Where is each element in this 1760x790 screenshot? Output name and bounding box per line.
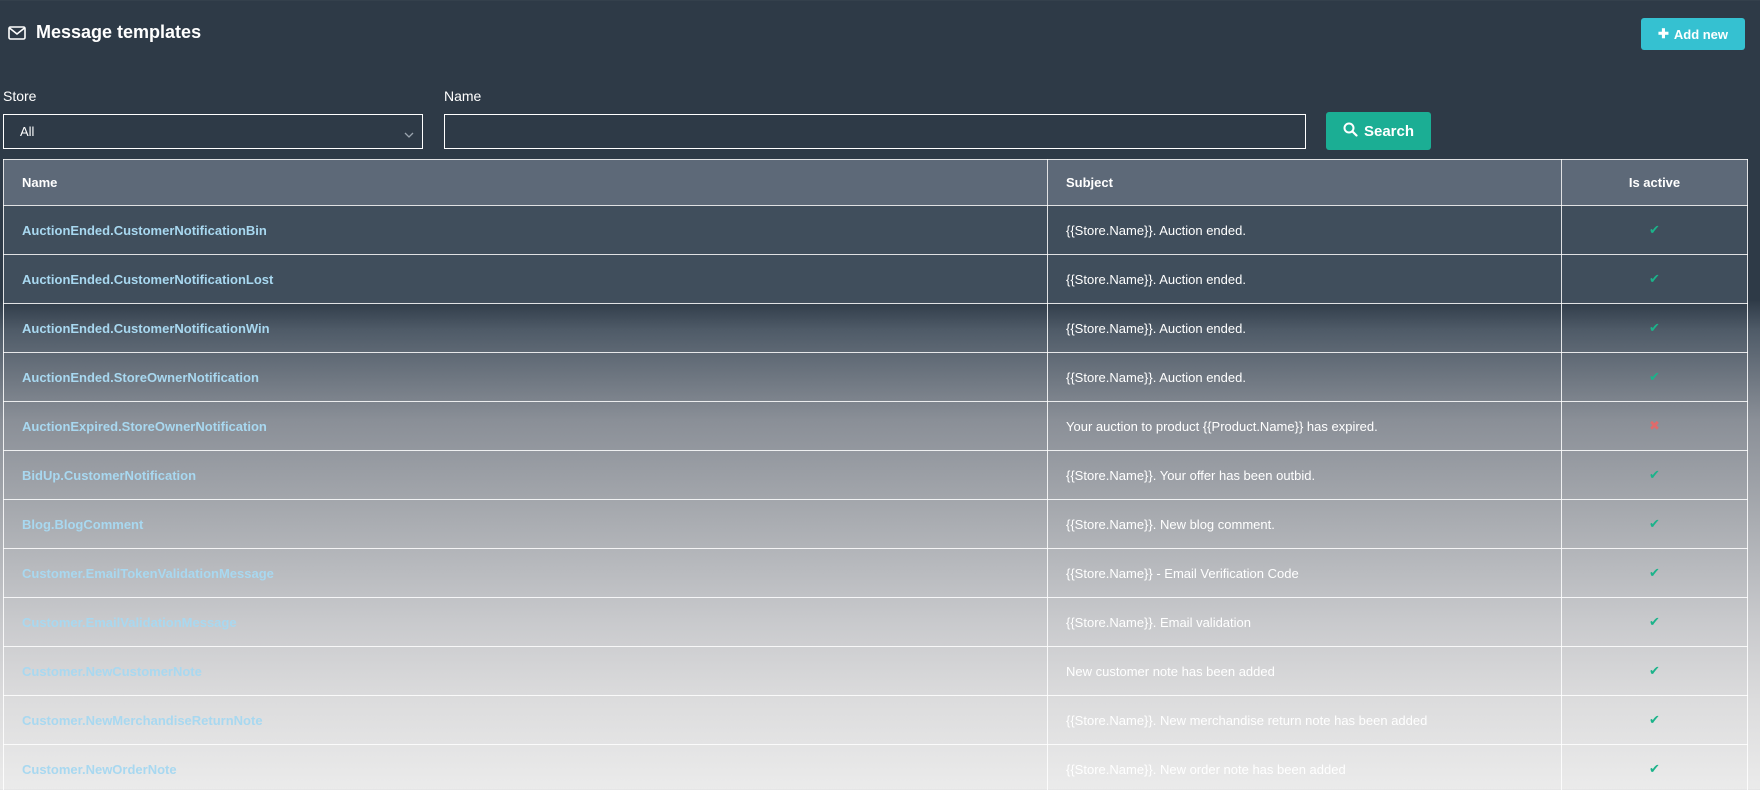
plus-icon: ✚ [1657,26,1669,41]
template-name-link[interactable]: Blog.BlogComment [22,517,143,532]
table-body: AuctionEnded.CustomerNotificationBin {{St… [3,205,1748,790]
check-icon: ✔ [1649,271,1660,286]
table-header: Name Subject Is active [3,159,1748,206]
template-name-link[interactable]: AuctionEnded.CustomerNotificationWin [22,321,270,336]
chevron-down-icon [404,127,414,142]
check-icon: ✔ [1649,467,1660,482]
template-name-cell: AuctionEnded.CustomerNotificationLost [3,254,1048,304]
is-active-cell: ✔ [1561,352,1748,402]
template-name-cell: AuctionEnded.CustomerNotificationWin [3,303,1048,353]
template-subject-cell: {{Store.Name}} - Email Verification Code [1047,548,1562,598]
template-subject-cell: {{Store.Name}}. Your offer has been outb… [1047,450,1562,500]
search-button-label: Search [1363,122,1415,140]
template-subject-cell: {{Store.Name}}. New blog comment. [1047,499,1562,549]
check-icon: ✔ [1649,222,1660,237]
template-name-link[interactable]: Customer.NewMerchandiseReturnNote [22,713,263,728]
is-active-cell: ✔ [1561,695,1748,745]
template-name-link[interactable]: Customer.EmailTokenValidationMessage [22,566,274,581]
is-active-cell: ✔ [1561,450,1748,500]
is-active-cell: ✔ [1561,597,1748,647]
template-subject-cell: New customer note has been added [1047,646,1562,696]
template-name-cell: AuctionExpired.StoreOwnerNotification [3,401,1048,451]
check-icon: ✔ [1649,663,1660,678]
envelope-icon [8,25,26,40]
template-name-cell: BidUp.CustomerNotification [3,450,1048,500]
name-search-input[interactable] [444,114,1306,149]
table-row[interactable]: Customer.NewOrderNote {{Store.Name}}. New… [3,744,1748,790]
table-row[interactable]: AuctionEnded.CustomerNotificationBin {{St… [3,205,1748,255]
store-select[interactable]: All [3,114,423,149]
template-name-cell: Blog.BlogComment [3,499,1048,549]
table-row[interactable]: Customer.NewMerchandiseReturnNote {{Store… [3,695,1748,745]
store-label: Store [3,88,37,104]
is-active-cell: ✔ [1561,646,1748,696]
template-name-link[interactable]: Customer.NewOrderNote [22,762,177,777]
template-name-cell: Customer.NewCustomerNote [3,646,1048,696]
template-name-link[interactable]: Customer.NewCustomerNote [22,664,202,679]
template-subject-cell: Your auction to product {{Product.Name}}… [1047,401,1562,451]
is-active-cell: ✔ [1561,205,1748,255]
table-row[interactable]: Customer.NewCustomerNote New customer not… [3,646,1748,696]
template-name-link[interactable]: AuctionEnded.StoreOwnerNotification [22,370,259,385]
store-select-value: All [20,124,35,139]
table-row[interactable]: Blog.BlogComment {{Store.Name}}. New blog… [3,499,1748,549]
is-active-cell: ✖ [1561,401,1748,451]
check-icon: ✔ [1649,320,1660,335]
template-subject-cell: {{Store.Name}}. Email validation [1047,597,1562,647]
x-icon: ✖ [1649,418,1660,433]
table-row[interactable]: AuctionEnded.CustomerNotificationWin {{St… [3,303,1748,353]
template-name-link[interactable]: Customer.EmailValidationMessage [22,615,237,630]
is-active-cell: ✔ [1561,254,1748,304]
page-title-text: Message templates [36,22,202,42]
template-name-link[interactable]: BidUp.CustomerNotification [22,468,196,483]
page-header: Message templates ✚ Add new [0,0,1760,70]
template-subject-cell: {{Store.Name}}. Auction ended. [1047,303,1562,353]
template-name-link[interactable]: AuctionEnded.CustomerNotificationBin [22,223,267,238]
template-name-link[interactable]: AuctionEnded.CustomerNotificationLost [22,272,273,287]
table-row[interactable]: BidUp.CustomerNotification {{Store.Name}}… [3,450,1748,500]
template-subject-cell: {{Store.Name}}. New merchandise return n… [1047,695,1562,745]
add-new-label: Add new [1673,26,1729,42]
page-title: Message templates [8,22,201,43]
check-icon: ✔ [1649,614,1660,629]
template-subject-cell: {{Store.Name}}. Auction ended. [1047,254,1562,304]
table-row[interactable]: AuctionExpired.StoreOwnerNotification You… [3,401,1748,451]
search-icon [1343,122,1358,141]
column-header-subject[interactable]: Subject [1047,159,1562,206]
check-icon: ✔ [1649,369,1660,384]
check-icon: ✔ [1649,565,1660,580]
table-row[interactable]: AuctionEnded.StoreOwnerNotification {{Sto… [3,352,1748,402]
table-header-row: Name Subject Is active [3,159,1748,206]
is-active-cell: ✔ [1561,548,1748,598]
table-row[interactable]: Customer.EmailValidationMessage {{Store.N… [3,597,1748,647]
check-icon: ✔ [1649,761,1660,776]
template-subject-cell: {{Store.Name}}. New order note has been … [1047,744,1562,790]
template-subject-cell: {{Store.Name}}. Auction ended. [1047,352,1562,402]
table-row[interactable]: Customer.EmailTokenValidationMessage {{St… [3,548,1748,598]
message-templates-table: Name Subject Is active AuctionEnded.Cust… [3,159,1748,790]
template-name-cell: Customer.EmailTokenValidationMessage [3,548,1048,598]
template-name-cell: AuctionEnded.StoreOwnerNotification [3,352,1048,402]
template-name-cell: AuctionEnded.CustomerNotificationBin [3,205,1048,255]
search-button[interactable]: Search [1326,112,1431,150]
template-name-cell: Customer.NewMerchandiseReturnNote [3,695,1048,745]
template-name-link[interactable]: AuctionExpired.StoreOwnerNotification [22,419,267,434]
name-label: Name [444,88,482,104]
is-active-cell: ✔ [1561,499,1748,549]
is-active-cell: ✔ [1561,303,1748,353]
template-name-cell: Customer.EmailValidationMessage [3,597,1048,647]
check-icon: ✔ [1649,516,1660,531]
table-row[interactable]: AuctionEnded.CustomerNotificationLost {{S… [3,254,1748,304]
column-header-is-active[interactable]: Is active [1561,159,1748,206]
check-icon: ✔ [1649,712,1660,727]
column-header-name[interactable]: Name [3,159,1048,206]
is-active-cell: ✔ [1561,744,1748,790]
add-new-button[interactable]: ✚ Add new [1641,18,1745,50]
template-name-cell: Customer.NewOrderNote [3,744,1048,790]
template-subject-cell: {{Store.Name}}. Auction ended. [1047,205,1562,255]
